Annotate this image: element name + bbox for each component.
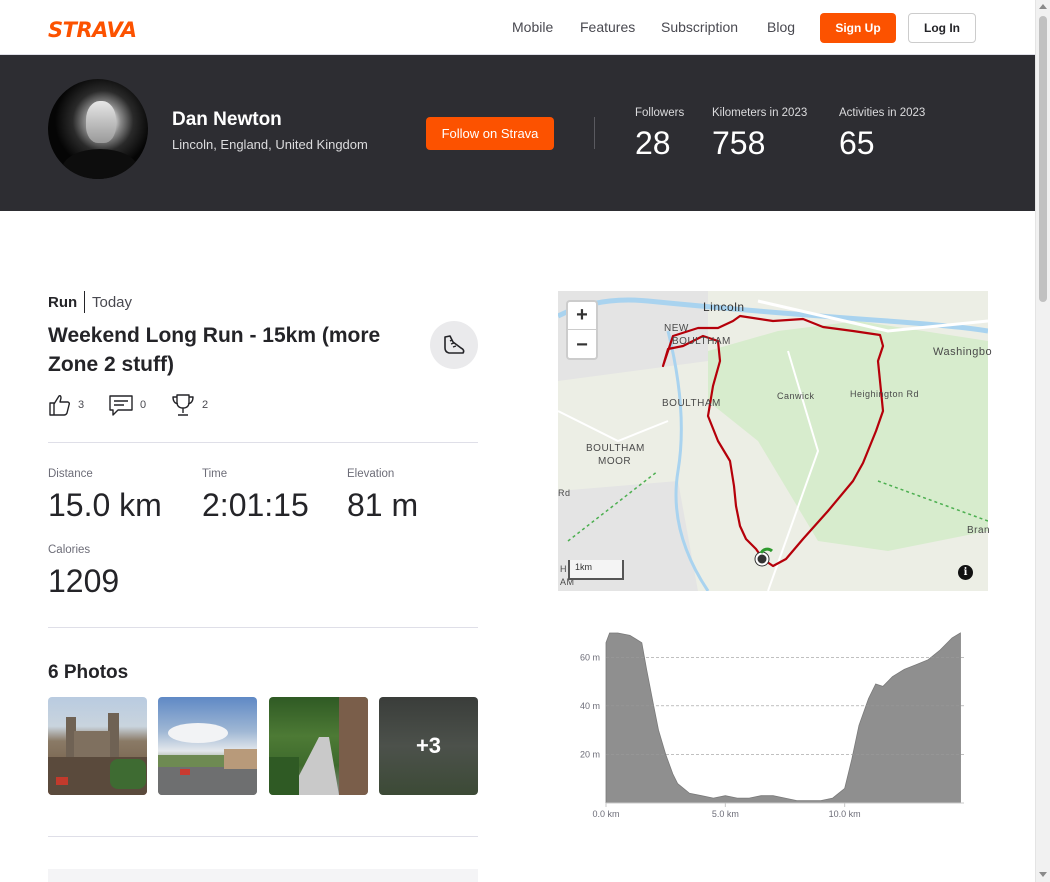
- distance-label: Distance: [48, 468, 93, 480]
- athlete-header: Dan Newton Lincoln, England, United King…: [0, 55, 1035, 211]
- photo-thumbnail[interactable]: [48, 697, 147, 795]
- segments-card: [48, 869, 478, 882]
- calories-value: 1209: [48, 563, 120, 599]
- map-label-bran: Bran: [967, 525, 991, 536]
- x-tick-label: 10.0 km: [829, 809, 861, 819]
- map-label-boultham-2: BOULTHAM: [662, 398, 721, 409]
- scroll-thumb[interactable]: [1039, 16, 1047, 302]
- time-label: Time: [202, 468, 228, 480]
- thumbs-up-icon: [49, 395, 71, 416]
- map-label-boultham-1: BOULTHAM: [672, 336, 731, 347]
- y-tick-label: 40 m: [580, 701, 600, 711]
- activity-type: Run: [48, 294, 78, 311]
- zoom-out-button[interactable]: −: [568, 331, 596, 359]
- achievements-button[interactable]: 2: [170, 392, 208, 418]
- activities-label: Activities in 2023: [839, 107, 926, 119]
- page-scrollbar[interactable]: [1035, 0, 1050, 882]
- comments-count: 0: [140, 399, 147, 411]
- comment-icon: [109, 395, 133, 416]
- map-scale: 1km: [568, 560, 624, 580]
- nav-link-blog[interactable]: Blog: [767, 19, 795, 35]
- photo-thumbnail[interactable]: [158, 697, 257, 795]
- achievements-count: 2: [202, 399, 209, 411]
- athlete-name[interactable]: Dan Newton: [172, 109, 282, 131]
- divider: [48, 627, 478, 628]
- time-value: 2:01:15: [202, 487, 309, 523]
- divider: [48, 442, 478, 443]
- scroll-up-icon[interactable]: [1039, 4, 1047, 9]
- elevation-area: [605, 632, 961, 804]
- route-map[interactable]: [558, 291, 988, 591]
- nav-link-features[interactable]: Features: [580, 19, 635, 35]
- kudos-button[interactable]: 3: [48, 392, 84, 418]
- map-label-rd: Rd: [558, 488, 571, 498]
- scroll-down-icon[interactable]: [1039, 872, 1047, 877]
- strava-logo[interactable]: STRAVA: [48, 18, 137, 42]
- activity-title: Weekend Long Run - 15km (more Zone 2 stu…: [48, 324, 381, 376]
- kilometers-label: Kilometers in 2023: [712, 107, 808, 119]
- map-label-boultham-3: BOULTHAM: [586, 443, 645, 454]
- comments-button[interactable]: 0: [108, 392, 146, 418]
- x-tick-label: 5.0 km: [712, 809, 739, 819]
- zoom-in-button[interactable]: +: [568, 302, 596, 330]
- elevation-label: Elevation: [347, 468, 395, 480]
- distance-value: 15.0 km: [48, 487, 162, 523]
- elevation-chart[interactable]: 20 m 40 m 60 m 0.0 km 5.0 km 10.0 km: [558, 625, 988, 825]
- kilometers-value: 758: [712, 125, 766, 161]
- kudos-count: 3: [78, 399, 85, 411]
- followers-value: 28: [635, 125, 671, 161]
- shoe-icon: [444, 335, 465, 354]
- log-in-button[interactable]: Log In: [908, 13, 976, 43]
- map-info-button[interactable]: i: [958, 565, 973, 580]
- street-photo-art: [158, 723, 257, 795]
- avatar-face: [86, 101, 116, 143]
- nav-link-subscription[interactable]: Subscription: [661, 19, 738, 35]
- map-zoom-control: + −: [566, 300, 598, 360]
- map-label-h: H: [560, 564, 567, 574]
- divider: [48, 836, 478, 837]
- top-nav: STRAVA Mobile Features Subscription Blog…: [0, 0, 1035, 55]
- elevation-value: 81 m: [347, 487, 419, 523]
- map-label-heighington: Heighington Rd: [850, 389, 920, 399]
- type-date-separator: [84, 291, 85, 313]
- map-label-canwick: Canwick: [777, 391, 815, 401]
- avatar-shoulders: [62, 149, 138, 179]
- athlete-avatar[interactable]: [48, 79, 148, 179]
- map-label-lincoln: Lincoln: [703, 300, 745, 314]
- followers-label: Followers: [635, 107, 685, 119]
- athlete-location: Lincoln, England, United Kingdom: [172, 137, 368, 152]
- map-art: [558, 291, 988, 591]
- path-photo-art: [269, 697, 368, 795]
- stats-divider: [594, 117, 595, 149]
- photos-heading: 6 Photos: [48, 662, 129, 683]
- map-label-moor: MOOR: [598, 456, 632, 467]
- map-label-new: NEW: [664, 323, 689, 334]
- calories-label: Calories: [48, 544, 91, 556]
- y-tick-label: 60 m: [580, 652, 600, 662]
- follow-button[interactable]: Follow on Strava: [426, 117, 554, 150]
- activities-value: 65: [839, 125, 875, 161]
- activity-date: Today: [92, 294, 133, 311]
- gear-shoe-button[interactable]: [430, 321, 478, 369]
- more-photos-tile[interactable]: +3: [379, 697, 478, 795]
- more-photos-count: +3: [415, 733, 442, 758]
- trophy-icon: [172, 394, 194, 416]
- map-label-washingbo: Washingbo: [933, 346, 993, 358]
- nav-link-mobile[interactable]: Mobile: [512, 19, 553, 35]
- x-tick-label: 0.0 km: [592, 809, 619, 819]
- photo-thumbnail[interactable]: [269, 697, 368, 795]
- y-tick-label: 20 m: [580, 749, 600, 759]
- sign-up-button[interactable]: Sign Up: [820, 13, 896, 43]
- cathedral-photo-art: [48, 713, 147, 795]
